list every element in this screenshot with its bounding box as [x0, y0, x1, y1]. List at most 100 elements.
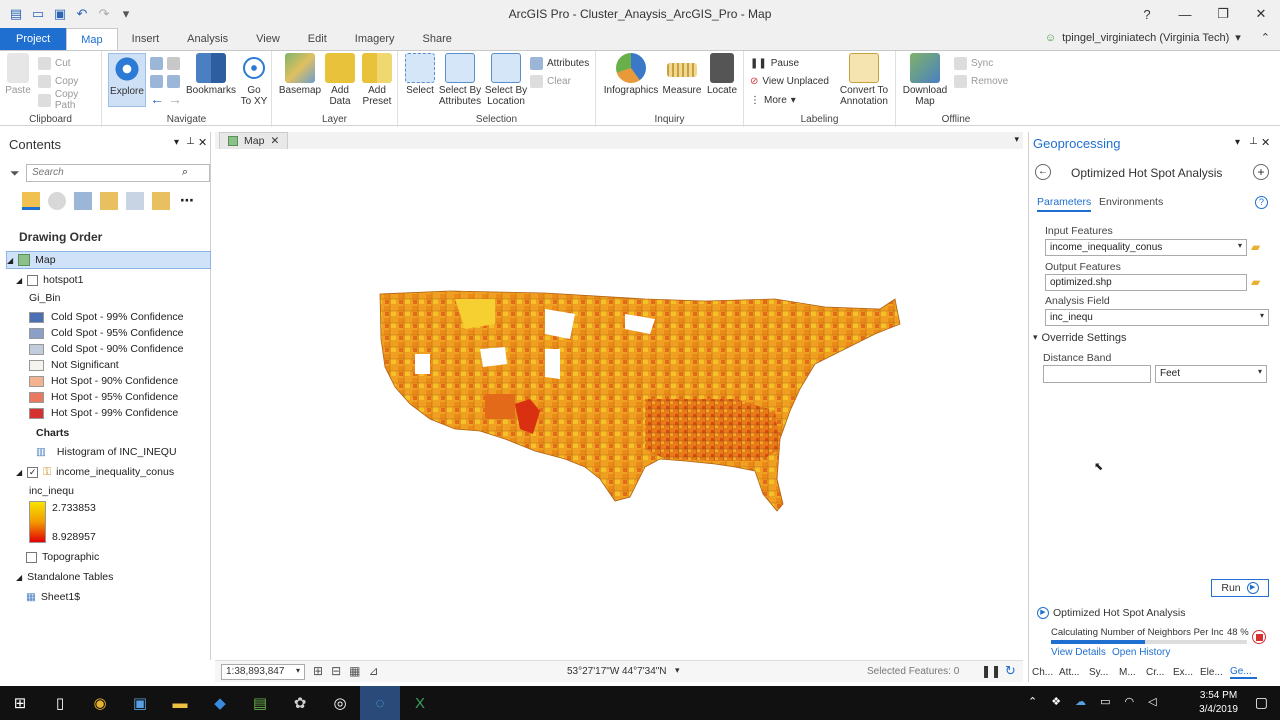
paste-button[interactable]: Paste: [4, 53, 32, 96]
pause-drawing-icon[interactable]: ❚❚: [981, 664, 1001, 678]
clear-button[interactable]: Clear: [530, 73, 571, 89]
outlook-icon[interactable]: ◆: [200, 686, 240, 720]
arcgis-pro-icon[interactable]: ◌: [360, 686, 400, 720]
view-unplaced-button[interactable]: ⊘ View Unplaced: [750, 73, 829, 89]
redo-icon[interactable]: ↷: [96, 6, 112, 22]
tab-analysis[interactable]: Analysis: [173, 28, 242, 50]
pin-icon[interactable]: ⊥: [186, 136, 195, 147]
standalone-tables-heading[interactable]: ◢ Standalone Tables: [16, 569, 113, 585]
open-history-link[interactable]: Open History: [1112, 647, 1170, 658]
grid-icon[interactable]: ⊟: [331, 664, 341, 678]
copy-path-button[interactable]: Copy Path: [38, 89, 101, 111]
customize-icon[interactable]: ▾: [118, 6, 134, 22]
convert-to-annotation-button[interactable]: Convert To Annotation: [836, 53, 892, 107]
selection-icon[interactable]: [74, 192, 92, 210]
back-forward-icon[interactable]: ← →: [150, 91, 182, 107]
full-extent-icon[interactable]: [150, 55, 180, 71]
back-icon[interactable]: ←: [1035, 164, 1051, 180]
task-view-icon[interactable]: ▯: [40, 686, 80, 720]
toc-hotspot-layer[interactable]: ◢ hotspot1: [16, 272, 83, 288]
close-icon[interactable]: ✕: [198, 136, 207, 149]
view-details-link[interactable]: View Details: [1051, 647, 1106, 658]
app-icon[interactable]: ▣: [120, 686, 160, 720]
map-canvas[interactable]: [215, 149, 1023, 659]
tab-map[interactable]: Map: [66, 28, 118, 50]
coordinate-format-dropdown[interactable]: ▾: [675, 665, 680, 676]
select-by-location-button[interactable]: Select By Location: [484, 53, 528, 107]
tab-insert[interactable]: Insert: [118, 28, 174, 50]
browse-folder-icon[interactable]: ▰: [1251, 275, 1260, 289]
dropbox-icon[interactable]: ❖: [1051, 695, 1061, 708]
pause-labeling-button[interactable]: ❚❚ Pause: [750, 55, 799, 71]
map-view[interactable]: [215, 149, 1023, 659]
snapping-icon[interactable]: ⊿: [368, 664, 378, 678]
tab-export[interactable]: Ex...: [1173, 667, 1200, 678]
notepad-icon[interactable]: ▤: [240, 686, 280, 720]
new-project-icon[interactable]: ▤: [8, 6, 24, 22]
go-to-xy-button[interactable]: Go To XY: [240, 53, 268, 107]
notifications-icon[interactable]: ▢: [1255, 694, 1268, 711]
battery-icon[interactable]: ▭: [1100, 695, 1110, 708]
tab-modify[interactable]: M...: [1119, 667, 1146, 678]
attributes-button[interactable]: Attributes: [530, 55, 589, 71]
toc-topographic-layer[interactable]: Topographic: [26, 549, 99, 565]
explore-button[interactable]: Explore: [108, 53, 146, 107]
browse-folder-icon[interactable]: ▰: [1251, 240, 1260, 254]
tab-environments[interactable]: Environments: [1099, 196, 1163, 208]
run-button[interactable]: Run ▶: [1211, 579, 1269, 597]
select-button[interactable]: Select: [402, 53, 438, 96]
close-icon[interactable]: ✕: [270, 135, 279, 147]
tab-geoprocessing[interactable]: Ge...: [1230, 666, 1257, 679]
onedrive-icon[interactable]: ☁: [1075, 695, 1086, 708]
chevron-up-icon[interactable]: ⌃: [1028, 695, 1037, 708]
hotspot-visibility-checkbox[interactable]: [27, 274, 39, 286]
paint-icon[interactable]: ✿: [280, 686, 320, 720]
wifi-icon[interactable]: ◠: [1125, 695, 1135, 708]
tab-attributes[interactable]: Att...: [1059, 667, 1089, 678]
filter-icon[interactable]: ⏷: [10, 166, 20, 181]
income-visibility-checkbox[interactable]: ✓: [27, 466, 39, 478]
topographic-visibility-checkbox[interactable]: [26, 551, 37, 563]
close-icon[interactable]: ✕: [1261, 136, 1270, 149]
chrome-icon[interactable]: ◉: [80, 686, 120, 720]
toc-sheet-table[interactable]: ▦ Sheet1$: [26, 589, 80, 605]
data-source-icon[interactable]: [48, 192, 66, 210]
output-features-input[interactable]: optimized.shp: [1045, 274, 1247, 291]
save-icon[interactable]: ▣: [52, 6, 68, 22]
basemap-button[interactable]: Basemap: [278, 53, 322, 96]
remove-button[interactable]: Remove: [954, 73, 1008, 89]
tab-view[interactable]: View: [242, 28, 294, 50]
windows-start-icon[interactable]: ⊞: [0, 686, 40, 720]
refresh-icon[interactable]: ↻: [1005, 663, 1016, 679]
distance-unit-dropdown[interactable]: Feet ▾: [1155, 365, 1267, 383]
more-options-icon[interactable]: ⋯: [178, 192, 196, 210]
minimize-button[interactable]: —: [1166, 0, 1204, 28]
tab-edit[interactable]: Edit: [294, 28, 341, 50]
collapse-ribbon-icon[interactable]: ⌃: [1261, 31, 1270, 44]
tab-menu-icon[interactable]: ▾: [1014, 134, 1019, 145]
undo-icon[interactable]: ↶: [74, 6, 90, 22]
excel-icon[interactable]: X: [400, 686, 440, 720]
tab-create[interactable]: Cr...: [1146, 667, 1173, 678]
open-icon[interactable]: ▭: [30, 6, 46, 22]
distance-band-input[interactable]: [1043, 365, 1151, 383]
labeling-icon[interactable]: [152, 192, 170, 210]
progress-tool[interactable]: ▶ Optimized Hot Spot Analysis: [1037, 607, 1185, 619]
obs-icon[interactable]: ◎: [320, 686, 360, 720]
pane-menu-icon[interactable]: ▾: [174, 137, 179, 148]
snapping-icon[interactable]: [126, 192, 144, 210]
help-button[interactable]: ?: [1128, 0, 1166, 28]
pin-icon[interactable]: ⊥: [1249, 136, 1258, 147]
restore-button[interactable]: ❐: [1204, 0, 1242, 28]
help-icon[interactable]: ?: [1255, 196, 1268, 209]
zoom-fixed-icon[interactable]: [150, 73, 180, 89]
editing-icon[interactable]: [100, 192, 118, 210]
toc-histogram-chart[interactable]: ▥ Histogram of INC_INEQU: [36, 444, 177, 460]
tab-chart[interactable]: Ch...: [1032, 667, 1059, 678]
add-data-button[interactable]: Add Data: [324, 53, 356, 107]
override-settings-section[interactable]: ▾ Override Settings: [1033, 332, 1127, 344]
measure-button[interactable]: Measure: [662, 53, 702, 96]
tab-imagery[interactable]: Imagery: [341, 28, 409, 50]
toc-income-layer[interactable]: ◢ ✓ ⚿ income_inequality_conus: [16, 464, 174, 480]
scale-selector[interactable]: 1:38,893,847 ▾: [221, 664, 305, 680]
